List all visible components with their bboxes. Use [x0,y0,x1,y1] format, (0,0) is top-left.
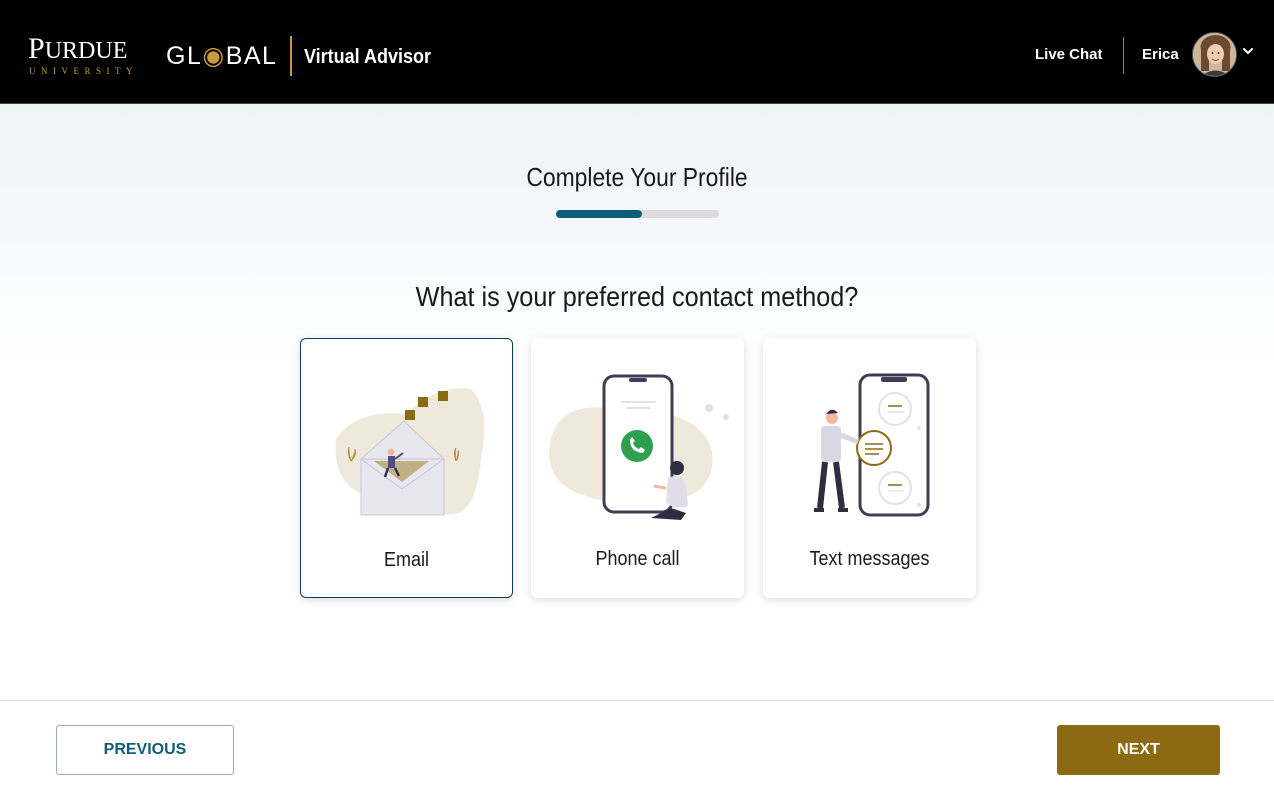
app-name: Virtual Advisor [304,46,432,68]
hero-background [0,104,1274,364]
user-avatar-photo [1193,33,1236,76]
option-card-email[interactable]: Email [300,338,513,598]
logo-wordmark-purdue: PURDUE [28,32,128,65]
option-label: Phone call [595,548,680,570]
option-label: Email [383,549,429,571]
profile-progress-fill [556,210,643,218]
user-name[interactable]: Erica [1142,45,1179,65]
top-nav-bar: PURDUE UNIVERSITY GL◉BAL Virtual Advisor… [0,0,1274,104]
option-card-phone-call[interactable]: Phone call [531,338,744,598]
live-chat-link[interactable]: Live Chat [1035,45,1103,65]
text-messages-illustration [814,373,930,517]
email-envelope-illustration [335,388,485,516]
previous-button[interactable]: PREVIOUS [56,725,234,775]
nav-separator [1123,37,1124,74]
phone-call-illustration [549,374,729,520]
logo-wordmark-global: GL◉BAL [166,42,278,70]
user-avatar[interactable] [1192,32,1237,77]
profile-title: Complete Your Profile [526,162,748,192]
purdue-global-logo[interactable]: PURDUE UNIVERSITY GL◉BAL [28,34,280,78]
option-card-text-messages[interactable]: Text messages [763,338,976,598]
chevron-down-icon[interactable] [1241,44,1255,58]
logo-wordmark-university: UNIVERSITY [29,66,138,76]
question-heading: What is your preferred contact method? [415,281,859,312]
profile-progress-bar [556,210,719,218]
logo-divider [290,36,292,76]
next-button[interactable]: NEXT [1057,725,1220,775]
option-label: Text messages [809,548,930,570]
footer-divider [0,700,1274,701]
